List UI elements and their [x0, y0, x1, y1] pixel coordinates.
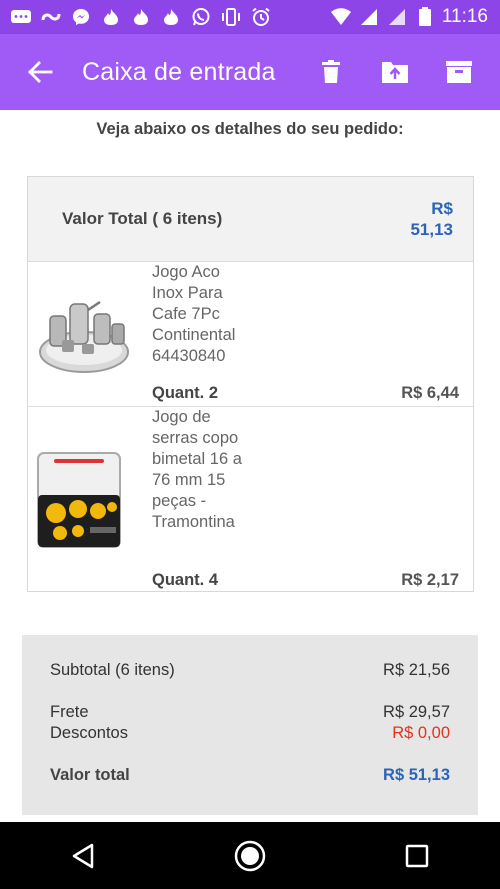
- email-content: Veja abaixo os detalhes do seu pedido: V…: [0, 110, 500, 822]
- signal-icon: [386, 7, 408, 27]
- back-triangle-icon: [73, 843, 94, 868]
- hole-saw-kit-image: [34, 451, 138, 551]
- archive-button[interactable]: [436, 49, 482, 95]
- wifi-icon: [330, 7, 352, 27]
- signal-icon: [358, 7, 380, 27]
- total-row: Valor total R$ 51,13: [50, 766, 450, 785]
- move-icon: [382, 62, 408, 83]
- nav-home-button[interactable]: [220, 826, 280, 886]
- item-name: Jogo Aco Inox Para Cafe 7Pc Continental …: [152, 263, 236, 365]
- infinity-icon: [40, 7, 62, 27]
- total-value: R$ 51,13: [383, 766, 450, 784]
- recents-square-icon: [405, 844, 428, 867]
- archive-icon: [446, 61, 472, 83]
- order-total-value: R$ 51,13: [393, 198, 453, 240]
- messenger-icon: [70, 7, 92, 27]
- item-quantity: Quant. 4: [152, 571, 219, 589]
- item-price: R$ 6,44: [401, 384, 459, 402]
- alarm-icon: [250, 7, 272, 27]
- home-circle-icon: [234, 840, 266, 871]
- total-label: Valor total: [50, 766, 130, 784]
- order-total-label: Valor Total ( 6 itens): [62, 209, 223, 228]
- fire-icon: [130, 7, 152, 27]
- page-title: Caixa de entrada: [82, 57, 276, 86]
- back-button[interactable]: [20, 52, 60, 92]
- subtotal-label: Subtotal (6 itens): [50, 661, 175, 679]
- battery-icon: [414, 7, 436, 27]
- delete-button[interactable]: [308, 49, 354, 95]
- status-bar: 11:16: [0, 0, 500, 34]
- frete-label: Frete: [50, 703, 89, 721]
- subtotal-value: R$ 21,56: [383, 661, 450, 679]
- fire-icon: [160, 7, 182, 27]
- order-item[interactable]: Jogo de serras copo bimetal 16 a 76 mm 1…: [28, 407, 473, 592]
- descontos-value: R$ 0,00: [392, 724, 450, 742]
- notification-icons: [10, 7, 272, 27]
- fire-icon: [100, 7, 122, 27]
- descontos-label: Descontos: [50, 724, 128, 742]
- order-summary: Subtotal (6 itens) R$ 21,56 Frete R$ 29,…: [22, 635, 478, 815]
- nav-recents-button[interactable]: [387, 826, 447, 886]
- nav-back-button[interactable]: [53, 826, 113, 886]
- status-time: 11:16: [441, 6, 488, 27]
- coffee-set-image: [34, 280, 138, 384]
- whatsapp-icon: [190, 7, 212, 27]
- chat-icon: [10, 7, 32, 27]
- order-details: Valor Total ( 6 itens) R$ 51,13 Jogo Aco …: [27, 176, 474, 592]
- order-total-currency: R$: [431, 199, 453, 218]
- frete-row: Frete R$ 29,57: [50, 703, 450, 722]
- back-arrow-icon: [28, 61, 53, 83]
- subtotal-row: Subtotal (6 itens) R$ 21,56: [50, 661, 450, 680]
- app-bar: Caixa de entrada: [0, 34, 500, 110]
- item-quantity: Quant. 2: [152, 384, 219, 402]
- frete-value: R$ 29,57: [383, 703, 450, 721]
- order-total-amount: 51,13: [410, 220, 453, 239]
- navigation-bar: [0, 822, 500, 889]
- system-icons: 11:16: [330, 6, 488, 28]
- intro-text: Veja abaixo os detalhes do seu pedido:: [96, 120, 404, 138]
- order-item[interactable]: Jogo Aco Inox Para Cafe 7Pc Continental …: [28, 262, 473, 407]
- vibrate-icon: [220, 7, 242, 27]
- item-name: Jogo de serras copo bimetal 16 a 76 mm 1…: [152, 408, 242, 531]
- order-header: Valor Total ( 6 itens) R$ 51,13: [28, 177, 473, 262]
- item-price: R$ 2,17: [401, 571, 459, 589]
- descontos-row: Descontos R$ 0,00: [50, 724, 450, 743]
- move-button[interactable]: [372, 49, 418, 95]
- trash-icon: [322, 60, 340, 83]
